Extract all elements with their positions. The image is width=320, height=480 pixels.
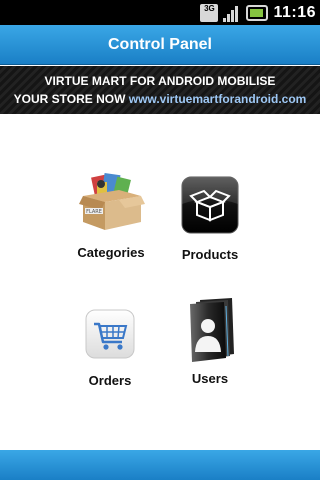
users-label: Users bbox=[191, 371, 229, 386]
status-time: 11:16 bbox=[273, 3, 316, 21]
products-label: Products bbox=[181, 247, 239, 262]
banner-line-2: YOUR STORE NOW www.virtuemartforandroid.… bbox=[0, 90, 320, 108]
categories-box-icon: FLARE bbox=[79, 172, 145, 232]
users-folder-icon bbox=[178, 296, 242, 364]
status-bar: 3G 11:16 bbox=[0, 0, 320, 25]
page-title: Control Panel bbox=[107, 35, 212, 53]
products-button[interactable]: Products bbox=[150, 174, 270, 262]
title-bar: Control Panel bbox=[0, 25, 320, 65]
users-button[interactable]: Users bbox=[150, 296, 270, 386]
signal-icon bbox=[223, 4, 241, 22]
categories-box-text: FLARE bbox=[86, 209, 102, 215]
bottom-bar bbox=[0, 450, 320, 480]
banner-text: YOUR STORE NOW bbox=[13, 92, 126, 106]
products-box-icon bbox=[178, 174, 242, 234]
banner-link[interactable]: www.virtuemartforandroid.com bbox=[129, 92, 307, 106]
banner-line-1: VIRTUE MART FOR ANDROID MOBILISE bbox=[44, 74, 276, 88]
3g-icon: 3G bbox=[200, 3, 219, 22]
promo-banner[interactable]: VIRTUE MART FOR ANDROID MOBILISE YOUR ST… bbox=[0, 66, 320, 114]
shopping-cart-icon bbox=[78, 306, 142, 366]
battery-icon bbox=[246, 4, 269, 21]
